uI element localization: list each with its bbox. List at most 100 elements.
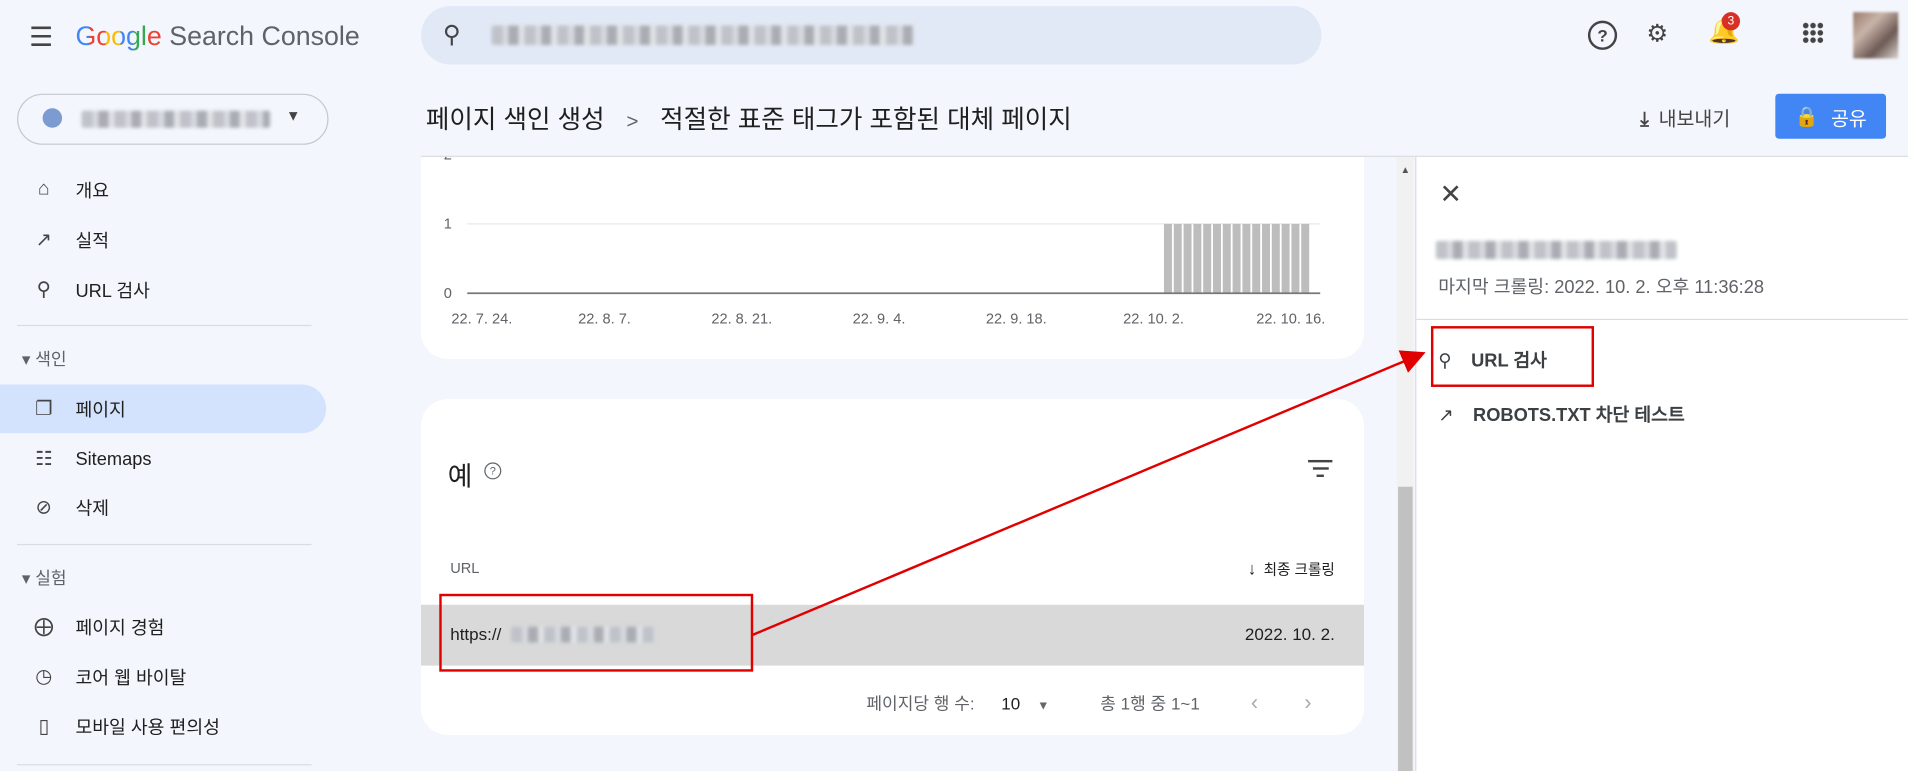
bar — [1252, 223, 1261, 294]
panel-divider — [1416, 318, 1908, 321]
breadcrumb-current: 적절한 표준 태그가 포함된 대체 페이지 — [660, 105, 1072, 134]
sidebar-item-label: URL 검사 — [75, 280, 150, 302]
share-label: 공유 — [1830, 108, 1867, 130]
sidebar-item-url-inspection[interactable]: ⚲ URL 검사 — [0, 265, 326, 314]
user-settings-icon[interactable]: ⚙ — [1646, 18, 1668, 48]
rows-per-page-label: 페이지당 행 수: — [866, 693, 975, 714]
sidebar-item-overview[interactable]: ⌂ 개요 — [0, 165, 326, 214]
bar — [1271, 223, 1280, 294]
bar — [1262, 223, 1270, 294]
sort-down-icon: ↓ — [1247, 558, 1257, 578]
detail-panel: ✕ 마지막 크롤링: 2022. 10. 2. 오후 11:36:28 ⚲ URL… — [1415, 156, 1908, 771]
bar — [1281, 223, 1290, 294]
examples-card: 예 ? URL ↓ 최종 크롤링 https:// 2022. 10. 2. 페이… — [421, 399, 1365, 735]
rows-per-page-value: 10 — [1001, 693, 1021, 714]
search-icon: ⚲ — [442, 21, 461, 49]
section-label: 색인 — [35, 349, 67, 369]
sidebar-item-label: 실적 — [75, 230, 110, 252]
sidebar-item-core-web-vitals[interactable]: ◷ 코어 웹 바이탈 — [0, 652, 326, 701]
bar — [1301, 223, 1310, 294]
column-header-url[interactable]: URL — [450, 560, 479, 577]
bar — [1291, 223, 1300, 294]
bell-icon[interactable]: 🔔 3 — [1708, 12, 1740, 46]
help-icon[interactable]: ? — [484, 462, 502, 480]
search-bar[interactable]: ⚲ — [421, 6, 1322, 65]
download-icon: ⤓ — [1640, 109, 1649, 131]
chevron-down-icon: ▼ — [285, 107, 301, 125]
column-label: 최종 크롤링 — [1263, 560, 1335, 578]
sidebar-item-sitemaps[interactable]: ☷ Sitemaps — [0, 434, 326, 483]
pages-icon: ❐ — [35, 399, 53, 420]
annotation-box-url — [439, 593, 754, 672]
home-icon: ⌂ — [37, 178, 50, 200]
prev-page-button[interactable]: ‹ — [1251, 690, 1258, 714]
apps-icon[interactable] — [1802, 21, 1824, 44]
sidebar-item-label: 코어 웹 바이탈 — [75, 667, 187, 689]
y-tick-label: 0 — [444, 286, 452, 302]
phone-icon: ▯ — [38, 716, 50, 738]
action-robots-test[interactable]: ↗ ROBOTS.TXT 차단 테스트 — [1438, 402, 1685, 428]
x-tick-label: 22. 9. 4. — [853, 312, 906, 328]
eye-off-icon: ⊘ — [35, 497, 52, 519]
x-tick-label: 22. 9. 18. — [986, 312, 1047, 328]
sidebar-item-label: 페이지 경험 — [75, 617, 165, 639]
rows-per-page-select[interactable]: 10 ▼ — [1001, 694, 1049, 713]
sidebar-item-label: Sitemaps — [75, 448, 152, 470]
filter-icon[interactable] — [1308, 459, 1333, 477]
property-selector[interactable]: ▼ — [17, 93, 329, 145]
pagination: 페이지당 행 수: 10 ▼ 총 1행 중 1~1 ‹ › — [866, 690, 1311, 716]
sidebar-divider — [17, 764, 312, 766]
chevron-down-icon: ▼ — [1037, 699, 1050, 714]
help-icon[interactable]: ? — [1587, 20, 1618, 50]
close-icon[interactable]: ✕ — [1439, 179, 1461, 211]
x-tick-label: 22. 8. 7. — [578, 312, 631, 328]
sidebar-item-label: 삭제 — [75, 498, 110, 519]
inspected-url — [1435, 240, 1677, 260]
share-button[interactable]: 🔒 공유 — [1775, 93, 1887, 139]
column-header-last-crawl[interactable]: ↓ 최종 크롤링 — [1248, 559, 1335, 580]
bar — [1173, 223, 1182, 294]
action-label: ROBOTS.TXT 차단 테스트 — [1473, 405, 1685, 426]
x-tick-label: 22. 8. 21. — [711, 312, 772, 328]
x-tick-label: 22. 10. 2. — [1123, 312, 1184, 328]
next-page-button[interactable]: › — [1304, 690, 1311, 714]
scrollbar[interactable]: ▲ — [1396, 156, 1414, 771]
bar — [1232, 223, 1241, 294]
avatar[interactable] — [1853, 12, 1899, 59]
last-crawl-text: 마지막 크롤링: 2022. 10. 2. 오후 11:36:28 — [1438, 277, 1765, 299]
sidebar-item-page-experience[interactable]: ⨁ 페이지 경험 — [0, 602, 326, 651]
y-tick-label: 2 — [444, 157, 452, 163]
export-label: 내보내기 — [1658, 109, 1731, 131]
range-label: 총 1행 중 1~1 — [1100, 693, 1200, 714]
sitemap-icon: ☷ — [35, 448, 53, 470]
scrollbar-thumb[interactable] — [1398, 486, 1413, 771]
globe-icon — [42, 108, 63, 128]
sidebar-section-experience[interactable]: ▾ 실험 — [22, 566, 67, 590]
sidebar-item-removals[interactable]: ⊘ 삭제 — [0, 483, 326, 532]
sidebar-item-pages[interactable]: ❐ 페이지 — [0, 384, 327, 434]
property-name — [81, 110, 271, 128]
notification-badge: 3 — [1721, 12, 1741, 31]
bar — [1193, 223, 1202, 294]
lock-icon: 🔒 — [1794, 106, 1819, 128]
sidebar-item-mobile-usability[interactable]: ▯ 모바일 사용 편의성 — [0, 702, 326, 751]
scroll-up-arrow[interactable]: ▲ — [1401, 164, 1411, 175]
logo-google: Google — [75, 20, 162, 52]
sidebar-item-performance[interactable]: ↗ 실적 — [0, 215, 326, 264]
sidebar-item-label: 페이지 — [75, 399, 126, 421]
trending-up-icon: ↗ — [35, 229, 52, 251]
search-input-value — [491, 25, 916, 46]
bar — [1163, 223, 1172, 294]
bar — [1242, 223, 1251, 294]
sidebar-section-index[interactable]: ▾ 색인 — [22, 347, 67, 371]
search-icon: ⚲ — [36, 279, 51, 301]
logo[interactable]: Google Search Console — [75, 21, 359, 53]
menu-icon[interactable]: ☰ — [29, 22, 53, 54]
open-external-icon: ↗ — [1438, 405, 1454, 426]
chart: 0 1 2 22. 7. 24. 22. 8. 7. 22. 8. 21. 22. 9. 4… — [444, 157, 1326, 328]
x-tick-label: 22. 10. 16. — [1256, 312, 1325, 328]
export-button[interactable]: ⤓ 내보내기 — [1640, 102, 1730, 131]
sidebar-item-label: 개요 — [75, 180, 110, 202]
x-tick-label: 22. 7. 24. — [451, 312, 512, 328]
breadcrumb-parent[interactable]: 페이지 색인 생성 — [426, 106, 605, 134]
